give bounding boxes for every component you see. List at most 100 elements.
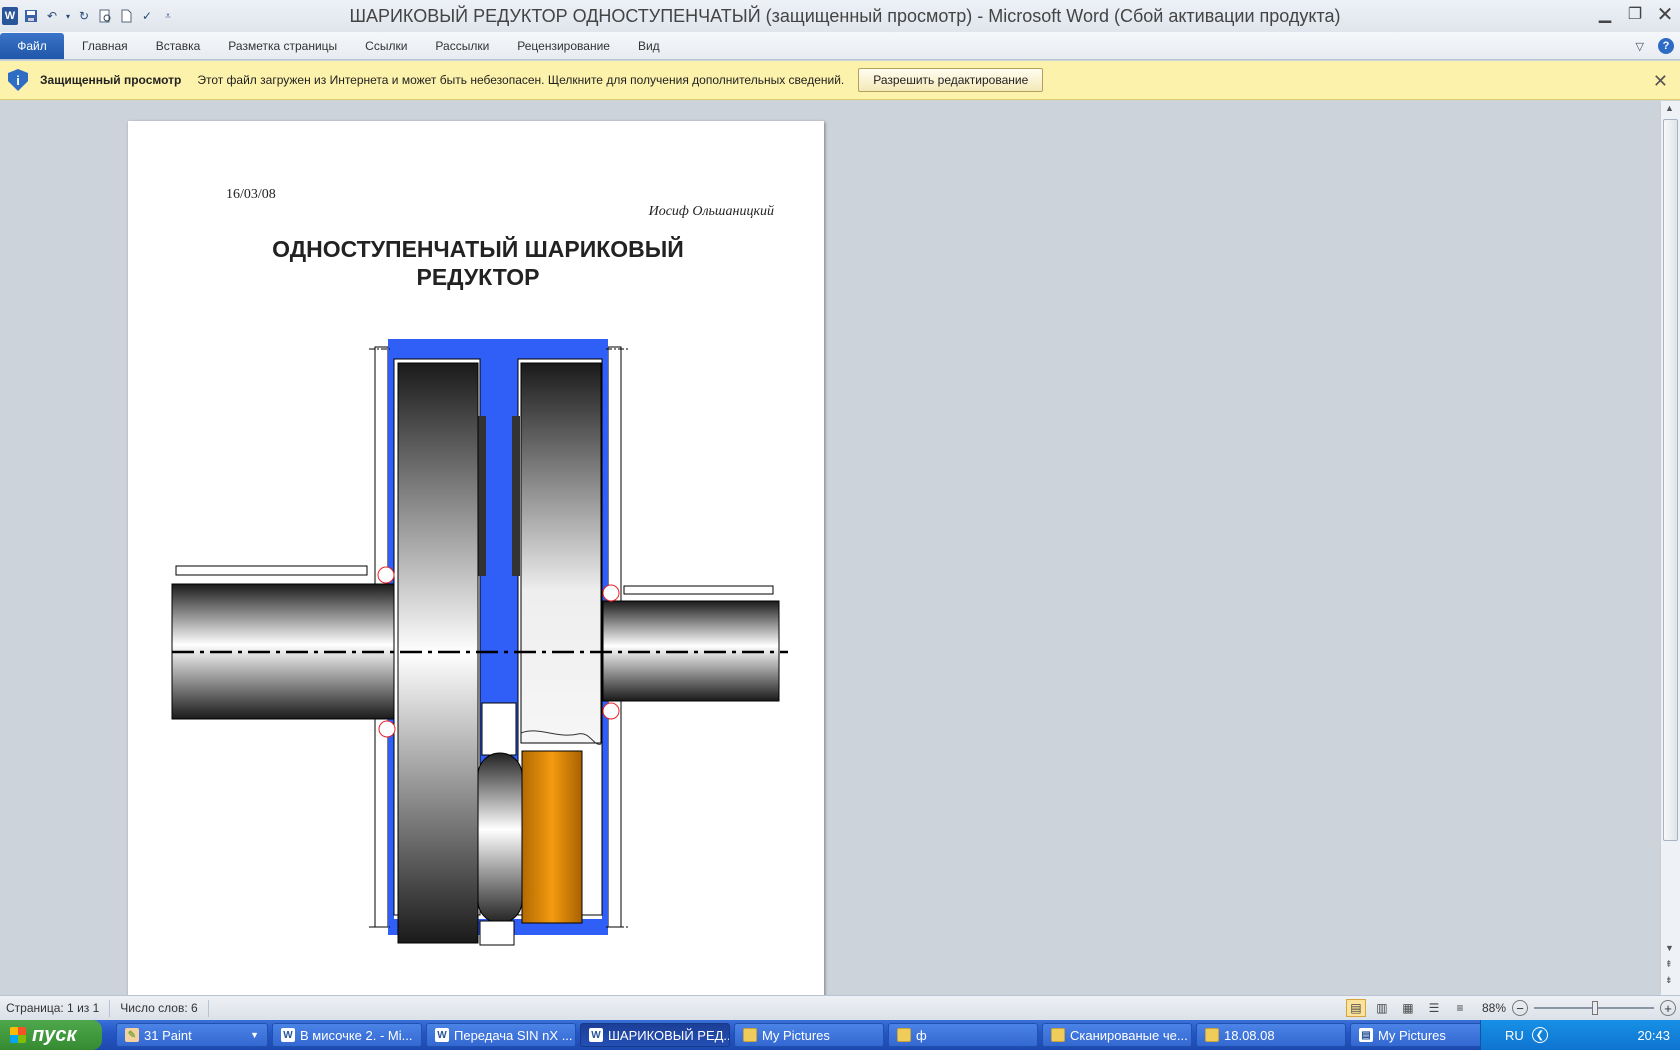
taskbar-item-label: My Pictures (762, 1027, 830, 1043)
print-preview-icon[interactable] (97, 8, 113, 24)
input-shaft (171, 583, 395, 720)
taskbar-item-paint[interactable]: ✎ 31 Paint ▼ (116, 1023, 268, 1047)
ribbon-right-controls: ▽ ? (1636, 38, 1674, 54)
tab-references[interactable]: Ссылки (351, 33, 421, 59)
scroll-thumb[interactable] (1663, 119, 1678, 841)
outline-view-icon[interactable]: ☰ (1424, 999, 1444, 1017)
tab-file[interactable]: Файл (0, 33, 64, 59)
new-document-icon[interactable] (118, 8, 134, 24)
document-icon: ▤ (1359, 1028, 1373, 1042)
tab-insert[interactable]: Вставка (142, 33, 215, 59)
taskbar-item-word-1[interactable]: W В мисочке 2. - Mi... (272, 1023, 422, 1047)
bearing-block (521, 750, 583, 924)
tab-view[interactable]: Вид (624, 33, 674, 59)
undo-dropdown-icon[interactable]: ▾ (65, 8, 71, 24)
windows-logo-icon (10, 1027, 26, 1043)
taskbar-item-folder-1[interactable]: My Pictures (734, 1023, 884, 1047)
taskbar-item-label: ф (916, 1027, 927, 1043)
tab-review[interactable]: Рецензирование (503, 33, 624, 59)
view-and-zoom-controls: ▤ ▥ ▦ ☰ ≡ 88% − + (1345, 998, 1676, 1018)
window-title: ШАРИКОВЫЙ РЕДУКТОР ОДНОСТУПЕНЧАТЫЙ (защи… (349, 6, 1341, 26)
system-tray: RU ❮ 20:43 (1480, 1020, 1680, 1050)
zoom-level[interactable]: 88% (1482, 1001, 1506, 1015)
web-layout-icon[interactable]: ▦ (1398, 999, 1418, 1017)
tab-page-layout[interactable]: Разметка страницы (214, 33, 351, 59)
word-count[interactable]: Число слов: 6 (110, 999, 209, 1017)
language-indicator[interactable]: RU (1505, 1028, 1524, 1043)
next-page-icon[interactable]: ⇟ (1665, 975, 1673, 986)
clock[interactable]: 20:43 (1637, 1028, 1670, 1043)
protected-view-title: Защищенный просмотр (40, 73, 182, 87)
output-shaft-key (623, 585, 774, 595)
help-icon[interactable]: ? (1658, 38, 1674, 54)
zoom-out-icon[interactable]: − (1512, 1000, 1528, 1016)
window-controls: ▁ ❐ ✕ (1590, 0, 1680, 32)
ball (477, 752, 523, 924)
scroll-up-arrow-icon[interactable]: ▲ (1665, 103, 1674, 113)
input-shaft-key (175, 565, 368, 576)
tab-mailings[interactable]: Рассылки (421, 33, 503, 59)
spelling-icon[interactable]: ✓ (139, 8, 155, 24)
bottom-cage (479, 920, 515, 946)
taskbar-item-label: Передача SIN nX ... (454, 1027, 573, 1043)
close-button[interactable]: ✕ (1650, 0, 1680, 28)
seal-circle-top-left (377, 566, 395, 584)
taskbar-item-pictures[interactable]: ▤ My Pictures (1350, 1023, 1500, 1047)
zoom-slider-thumb[interactable] (1592, 1001, 1598, 1015)
taskbar-item-word-2[interactable]: W Передача SIN nX ... (426, 1023, 576, 1047)
enable-editing-button[interactable]: Разрешить редактирование (858, 68, 1044, 92)
taskbar-item-label: 31 Paint (144, 1027, 192, 1043)
word-app-icon[interactable]: W (2, 7, 18, 25)
show-hidden-icons-icon[interactable]: ❮ (1531, 1027, 1548, 1043)
word-icon: W (281, 1028, 295, 1042)
seal-circle-top-right (602, 584, 620, 602)
folder-icon (897, 1028, 911, 1042)
page-count[interactable]: Страница: 1 из 1 (0, 999, 111, 1017)
undo-icon[interactable]: ↶ (44, 8, 60, 24)
taskbar-item-word-active[interactable]: W ШАРИКОВЫЙ РЕД... (580, 1023, 730, 1047)
close-message-bar-icon[interactable]: ✕ (1653, 71, 1668, 92)
output-disk (520, 362, 602, 744)
shield-info-icon: i (8, 69, 28, 91)
minimize-button[interactable]: ▁ (1590, 0, 1620, 28)
document-page[interactable]: 16/03/08 Иосиф Ольшаницкий ОДНОСТУПЕНЧАТ… (128, 121, 824, 1001)
paint-icon: ✎ (125, 1028, 139, 1042)
seal-circle-bottom-right (602, 702, 620, 720)
status-bar: Страница: 1 из 1 Число слов: 6 ▤ ▥ ▦ ☰ ≡… (0, 995, 1680, 1020)
start-label: пуск (32, 1023, 77, 1046)
tray-left: RU ❮ (1505, 1027, 1548, 1043)
scroll-down-arrow-icon[interactable]: ▼ (1665, 943, 1674, 953)
folder-icon (743, 1028, 757, 1042)
ribbon-tabs: Файл Главная Вставка Разметка страницы С… (0, 32, 1680, 60)
draft-view-icon[interactable]: ≡ (1450, 999, 1470, 1017)
group-dropdown-icon[interactable]: ▼ (250, 1030, 259, 1040)
taskbar-item-folder-2[interactable]: ф (888, 1023, 1038, 1047)
folder-icon (1205, 1028, 1219, 1042)
title-bar: W ↶ ▾ ↻ ✓ ⩡ ШАРИКОВЫЙ РЕДУКТОР ОДНОСТУПЕ… (0, 0, 1680, 32)
taskbar-item-folder-4[interactable]: 18.08.08 (1196, 1023, 1346, 1047)
previous-page-icon[interactable]: ⇞ (1665, 959, 1673, 970)
vertical-scrollbar[interactable]: ▲ ▼ ⇞ ⇟ (1660, 101, 1680, 995)
folder-icon (1051, 1028, 1065, 1042)
document-workspace[interactable]: 16/03/08 Иосиф Ольшаницкий ОДНОСТУПЕНЧАТ… (0, 101, 1660, 1001)
protected-view-bar[interactable]: i Защищенный просмотр Этот файл загружен… (0, 61, 1680, 100)
zoom-in-icon[interactable]: + (1660, 1000, 1676, 1016)
taskbar-item-label: В мисочке 2. - Mi... (300, 1027, 413, 1043)
start-button[interactable]: пуск (0, 1020, 102, 1050)
restore-button[interactable]: ❐ (1620, 0, 1650, 28)
tab-home[interactable]: Главная (68, 33, 142, 59)
taskbar-item-folder-3[interactable]: Сканированые че... (1042, 1023, 1192, 1047)
ball-cage (481, 702, 517, 756)
print-layout-view-icon[interactable]: ▤ (1345, 999, 1366, 1017)
taskbar: пуск ✎ 31 Paint ▼ W В мисочке 2. - Mi... WП… (0, 1020, 1680, 1050)
quick-access-toolbar: W ↶ ▾ ↻ ✓ ⩡ (0, 0, 176, 32)
seal-circle-bottom-left (378, 720, 396, 738)
full-screen-reading-icon[interactable]: ▥ (1372, 999, 1392, 1017)
redo-icon[interactable]: ↻ (76, 8, 92, 24)
expand-ribbon-icon[interactable]: ▽ (1636, 40, 1644, 53)
customize-toolbar-icon[interactable]: ⩡ (160, 8, 176, 24)
protected-view-message[interactable]: Этот файл загружен из Интернета и может … (197, 73, 844, 87)
save-icon[interactable] (23, 8, 39, 24)
left-hub-strip (478, 416, 486, 576)
zoom-slider[interactable] (1534, 1001, 1654, 1015)
